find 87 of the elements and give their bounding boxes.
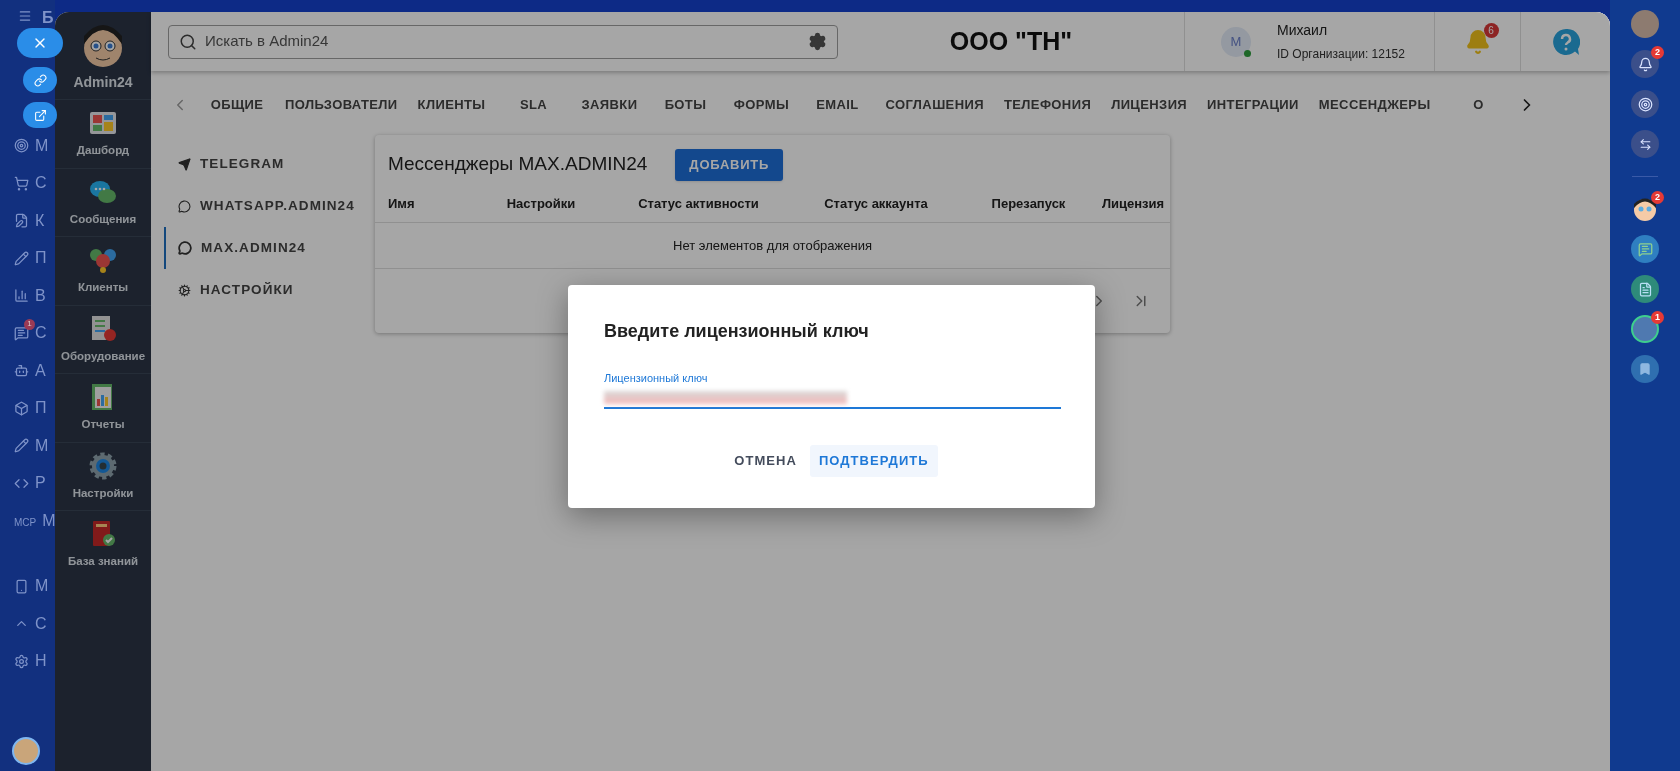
menu-item-label[interactable]: С bbox=[35, 171, 47, 196]
message-icon[interactable] bbox=[1631, 235, 1659, 263]
settings-tab[interactable]: ЗАЯВКИ bbox=[571, 85, 648, 125]
gear-icon bbox=[88, 450, 118, 481]
avatar-photo-placeholder[interactable] bbox=[1631, 10, 1659, 38]
paper-plane-icon bbox=[178, 157, 191, 171]
license-key-field[interactable]: Лицензионный ключ bbox=[604, 370, 1061, 409]
menu-item-label[interactable]: М bbox=[35, 574, 49, 599]
search-input[interactable]: Искать в Admin24 bbox=[205, 30, 800, 53]
settings-tab[interactable]: ЛИЦЕНЗИЯ bbox=[1101, 85, 1198, 125]
menu-item-label[interactable]: В bbox=[35, 283, 46, 308]
column-header[interactable]: Перезапуск bbox=[961, 193, 1096, 214]
settings-tab[interactable]: EMAIL bbox=[799, 85, 876, 125]
column-header[interactable]: Статус активности bbox=[606, 193, 791, 214]
settings-tab[interactable]: ОБЩИЕ bbox=[199, 85, 275, 125]
settings-icon[interactable] bbox=[808, 32, 827, 51]
nav-item[interactable]: Отчеты bbox=[55, 373, 151, 442]
settings-tab[interactable]: О bbox=[1440, 85, 1517, 125]
settings-tab[interactable]: СОГЛАШЕНИЯ bbox=[875, 85, 994, 125]
column-header[interactable]: Настройки bbox=[476, 193, 606, 214]
side-menu-item[interactable]: TELEGRAM bbox=[164, 143, 375, 185]
count-badge: 1 bbox=[24, 318, 35, 330]
menu-item-label[interactable]: М bbox=[35, 133, 49, 158]
dialog-title: Введите лицензионный ключ bbox=[604, 320, 870, 343]
menu-item-label[interactable]: А bbox=[35, 358, 46, 383]
column-header[interactable]: Лицензия bbox=[1096, 193, 1170, 214]
cancel-button[interactable]: ОТМЕНА bbox=[725, 444, 806, 477]
menu-item-icon bbox=[14, 250, 29, 266]
count-badge: 2 bbox=[1651, 46, 1664, 59]
chat-bubble-icon bbox=[178, 199, 191, 213]
settings-tab[interactable]: ПОЛЬЗОВАТЕЛИ bbox=[275, 85, 408, 125]
link-icon bbox=[33, 73, 47, 87]
menu-item-icon bbox=[14, 438, 29, 454]
user-name: Михаил bbox=[1277, 21, 1329, 40]
organization-id: ID Организации: 12152 bbox=[1277, 46, 1405, 63]
settings-tab[interactable]: SLA bbox=[495, 85, 572, 125]
chat-bubble-icon bbox=[178, 241, 192, 255]
search-icon bbox=[179, 32, 197, 51]
card-title: Мессенджеры MAX.ADMIN24 bbox=[388, 152, 648, 177]
menu-item-icon bbox=[14, 175, 29, 191]
menu-item-icon bbox=[14, 578, 29, 594]
search-field[interactable]: Искать в Admin24 bbox=[168, 24, 838, 59]
menu-item-label[interactable]: Р bbox=[35, 471, 46, 496]
mcp-label: MCP bbox=[14, 516, 37, 528]
menu-item-label[interactable]: П bbox=[35, 396, 47, 421]
menu-item-label[interactable]: М bbox=[35, 433, 49, 458]
settings-tab[interactable]: КЛИЕНТЫ bbox=[407, 85, 496, 125]
external-link-icon bbox=[33, 108, 47, 122]
notification-count-badge: 6 bbox=[1483, 22, 1499, 38]
settings-tab[interactable]: МЕССЕНДЖЕРЫ bbox=[1308, 85, 1441, 125]
bookmark-icon[interactable] bbox=[1631, 355, 1659, 383]
menu-item-icon bbox=[14, 288, 29, 304]
empty-message: Нет элементов для отображения bbox=[673, 236, 872, 255]
menu-item-icon bbox=[14, 213, 29, 229]
menu-item-label[interactable]: М bbox=[42, 508, 55, 533]
confirm-button[interactable]: ПОДТВЕРДИТЬ bbox=[809, 444, 938, 477]
menu-item-icon bbox=[14, 363, 29, 379]
settings-tab[interactable]: ТЕЛЕФОНИЯ bbox=[993, 85, 1102, 125]
avatar-photo-placeholder[interactable] bbox=[1631, 315, 1659, 343]
menu-item-label[interactable]: С bbox=[35, 611, 47, 636]
company-name: ООО "ТН" bbox=[949, 25, 1073, 57]
settings-tab[interactable]: БОТЫ bbox=[647, 85, 724, 125]
background-title: Б bbox=[42, 9, 54, 26]
menu-item-icon bbox=[14, 325, 29, 341]
count-badge: 1 bbox=[1651, 311, 1664, 324]
column-header[interactable]: Статус аккаунта bbox=[791, 193, 961, 214]
chat-swap-icon[interactable] bbox=[1631, 130, 1659, 158]
settings-tab[interactable]: ФОРМЫ bbox=[723, 85, 800, 125]
menu-item-icon bbox=[14, 138, 29, 154]
brand-name: Admin24 bbox=[73, 73, 133, 92]
spiral-icon[interactable] bbox=[1631, 90, 1659, 118]
menu-icon[interactable] bbox=[18, 9, 32, 23]
settings-tab[interactable]: ИНТЕГРАЦИИ bbox=[1197, 85, 1309, 125]
menu-item-label[interactable]: С bbox=[35, 321, 47, 346]
menu-item-label[interactable]: Н bbox=[35, 649, 47, 674]
menu-item-label[interactable]: К bbox=[35, 208, 45, 233]
side-menu-item[interactable]: WHATSAPP.ADMIN24 bbox=[164, 185, 375, 227]
menu-item-icon bbox=[14, 653, 29, 669]
gear-icon bbox=[178, 283, 191, 297]
add-button[interactable]: ДОБАВИТЬ bbox=[675, 148, 784, 181]
column-header[interactable]: Имя bbox=[388, 193, 476, 214]
count-badge: 2 bbox=[1651, 191, 1664, 204]
document-icon[interactable] bbox=[1631, 275, 1659, 303]
menu-item-label[interactable]: П bbox=[35, 246, 47, 271]
menu-item-icon bbox=[14, 400, 29, 416]
side-menu-item[interactable]: НАСТРОЙКИ bbox=[164, 269, 375, 311]
notifications-icon[interactable] bbox=[1631, 50, 1659, 78]
